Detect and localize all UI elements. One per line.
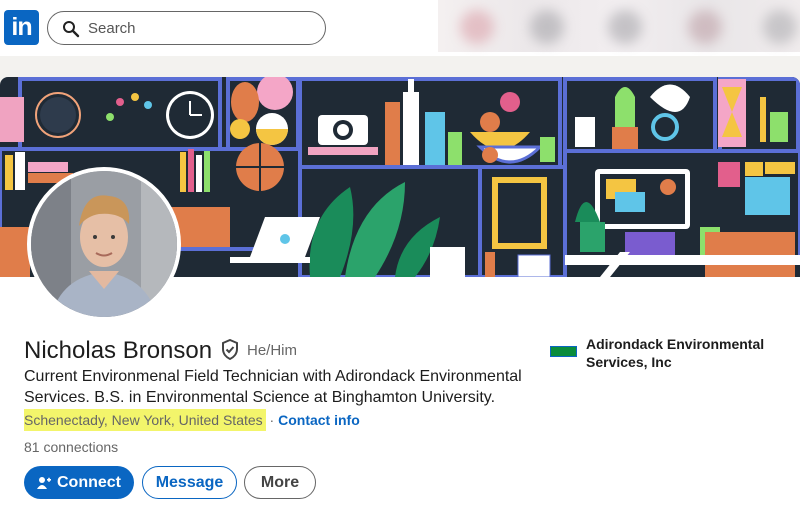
profile-card: Nicholas Bronson He/Him Current Environm… [0, 77, 800, 518]
connect-button[interactable]: Connect [24, 466, 134, 499]
verified-shield-icon[interactable] [221, 339, 239, 360]
company-logo-icon [550, 346, 577, 357]
search-placeholder: Search [88, 20, 136, 37]
message-button[interactable]: Message [142, 466, 237, 499]
contact-info-link[interactable]: Contact info [278, 412, 360, 428]
more-button[interactable]: More [244, 466, 316, 499]
profile-photo-avatar[interactable] [27, 167, 181, 321]
location-separator: · [269, 412, 275, 428]
company-name: Adirondack Environmental Services, Inc [586, 336, 765, 370]
profile-location-row: Schenectady, New York, United States · C… [24, 409, 360, 431]
connect-button-label: Connect [57, 473, 121, 491]
message-button-label: Message [155, 473, 224, 491]
profile-pronouns: He/Him [247, 342, 298, 359]
connections-count[interactable]: 81 connections [24, 439, 118, 455]
linkedin-logo-icon[interactable]: in [4, 10, 39, 45]
profile-location: Schenectady, New York, United States [24, 409, 266, 431]
connect-person-plus-icon [37, 476, 51, 489]
profile-headline: Current Environmenal Field Technician wi… [24, 368, 522, 406]
top-navigation: in Search [0, 0, 800, 56]
blurred-nav-icons [438, 0, 800, 52]
person-photo-icon [31, 171, 177, 317]
search-icon [63, 21, 80, 38]
more-button-label: More [260, 473, 300, 491]
search-input[interactable]: Search [47, 11, 326, 45]
profile-name: Nicholas Bronson [24, 337, 213, 364]
